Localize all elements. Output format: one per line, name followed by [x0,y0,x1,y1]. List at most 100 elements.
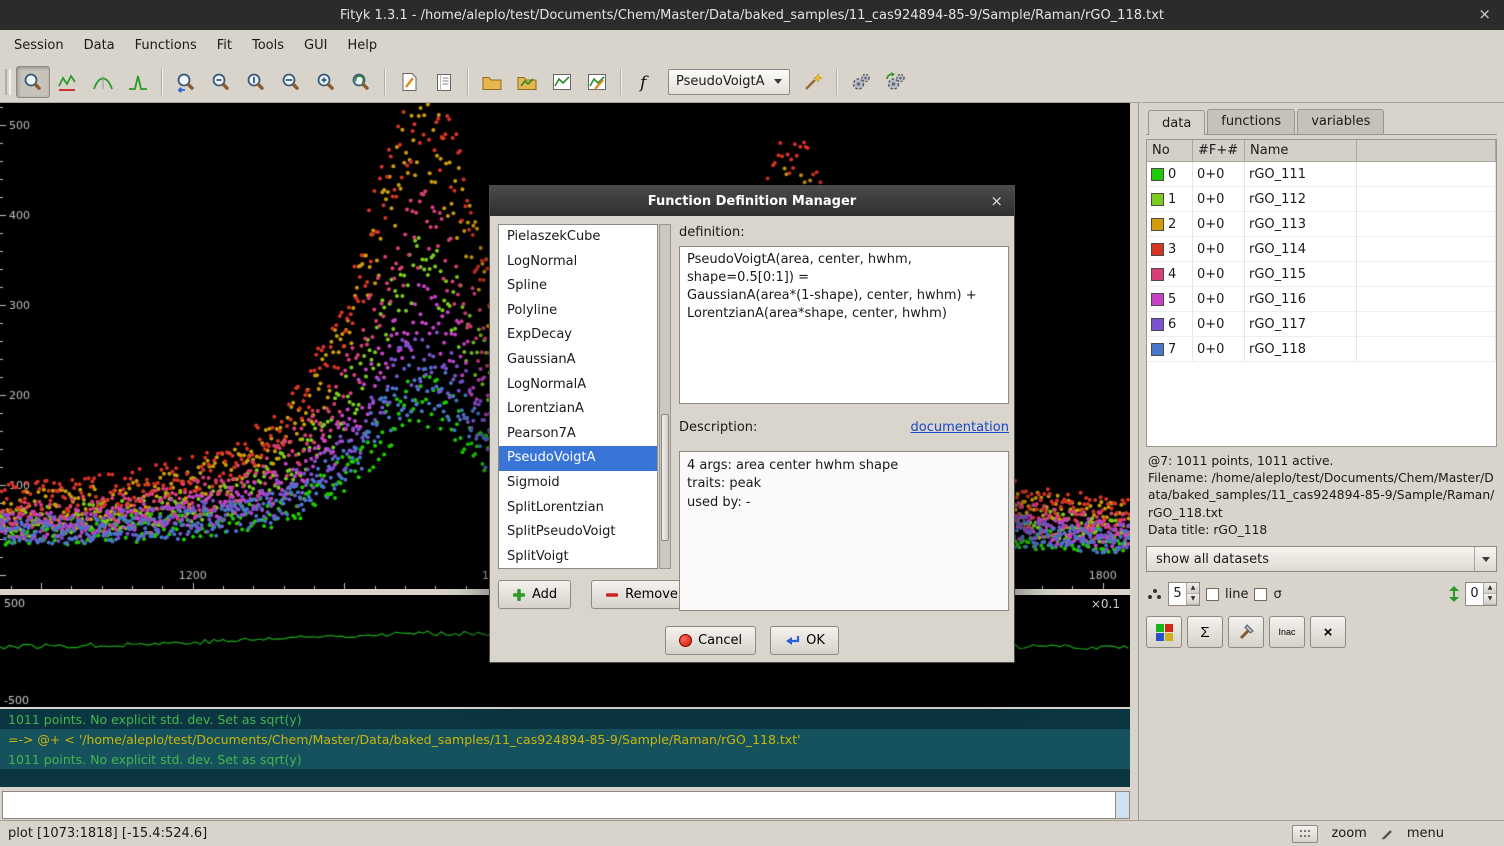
sidebar-tab[interactable]: data [1148,110,1205,135]
menu-item[interactable]: Session [4,32,74,59]
mouse-hint-button[interactable] [1292,825,1318,843]
shift-stepper[interactable]: 0▲▼ [1465,582,1497,606]
menu-item[interactable]: Functions [125,32,207,59]
baseline-mode-button[interactable] [86,66,120,98]
function-list-scrollbar[interactable] [659,224,671,569]
zoom-out-button[interactable] [204,66,238,98]
scrollbar-thumb[interactable] [661,414,669,541]
dataset-function-count: 0+0 [1193,162,1245,187]
data-range-mode-button[interactable] [51,66,85,98]
dataset-color-swatch[interactable] [1151,343,1164,356]
stepper-down-icon[interactable]: ▼ [1187,594,1199,605]
remove-function-button[interactable]: Remove [591,580,692,609]
menu-item[interactable]: Fit [207,32,242,59]
stepper-up-icon[interactable]: ▲ [1187,583,1199,594]
menu-item[interactable]: GUI [294,32,337,59]
column-header[interactable]: Name [1245,140,1357,162]
command-input[interactable] [2,791,1116,819]
dataset-color-swatch[interactable] [1151,318,1164,331]
dataset-color-swatch[interactable] [1151,218,1164,231]
save-session-button[interactable] [580,66,614,98]
sidebar-tab[interactable]: variables [1297,109,1384,134]
zoom-horizontal-button[interactable] [274,66,308,98]
zoom-vertical-button[interactable] [239,66,273,98]
function-list-item[interactable]: PielaszekCube [499,225,657,250]
status-zoom-label[interactable]: zoom [1331,826,1366,841]
dialog-close-button[interactable]: × [990,192,1003,210]
table-row[interactable]: 3 0+0 rGO_114 [1147,237,1496,262]
function-list-item[interactable]: SplitVoigt [499,545,657,569]
toolbar-handle[interactable] [5,69,11,95]
table-row[interactable]: 7 0+0 rGO_118 [1147,337,1496,362]
save-image-button[interactable] [545,66,579,98]
function-list-item[interactable]: Spline [499,274,657,299]
function-list-item[interactable]: GaussianA [499,348,657,373]
function-list-item[interactable]: SplitPseudoVoigt [499,520,657,545]
menu-item[interactable]: Tools [242,32,294,59]
peak-mode-button[interactable] [121,66,155,98]
dataset-colors-button[interactable] [1146,616,1182,648]
fit-continue-button[interactable] [879,66,913,98]
table-row[interactable]: 6 0+0 rGO_117 [1147,312,1496,337]
sum-toggle-button[interactable]: Σ [1187,616,1223,648]
sigma-checkbox[interactable] [1254,588,1267,601]
function-list-item[interactable]: LogNormal [499,250,657,275]
table-row[interactable]: 4 0+0 rGO_115 [1147,262,1496,287]
table-row[interactable]: 5 0+0 rGO_116 [1147,287,1496,312]
zoom-undo-button[interactable] [169,66,203,98]
menu-item[interactable]: Data [74,32,125,59]
show-datasets-dropdown[interactable]: show all datasets [1146,546,1497,572]
table-row[interactable]: 0 0+0 rGO_111 [1147,162,1496,187]
titlebar[interactable]: Fityk 1.3.1 - /home/aleplo/test/Document… [0,0,1504,30]
output-console[interactable]: 1011 points. No explicit std. dev. Set a… [0,709,1130,787]
function-definition-button[interactable]: f [628,66,662,98]
menu-item[interactable]: Help [337,32,387,59]
auto-add-peak-button[interactable] [796,66,830,98]
zoom-in-button[interactable] [309,66,343,98]
function-type-dropdown[interactable]: PseudoVoigtA [668,69,790,95]
function-list-item[interactable]: ExpDecay [499,323,657,348]
fit-run-button[interactable] [844,66,878,98]
script-new-button[interactable] [392,66,426,98]
script-log-button[interactable] [427,66,461,98]
function-list-item[interactable]: Polyline [499,299,657,324]
function-list-item[interactable]: LorentzianA [499,397,657,422]
function-list-item[interactable]: LogNormalA [499,373,657,398]
ok-button[interactable]: OK [770,626,839,655]
documentation-link[interactable]: documentation [911,420,1009,435]
column-header[interactable]: #F+# [1193,140,1245,162]
magnifier-plus-icon [315,71,337,93]
dialog-titlebar[interactable]: Function Definition Manager × [490,186,1014,216]
inactive-points-button[interactable]: Inac [1269,616,1305,648]
open-data-plot-button[interactable] [510,66,544,98]
column-header[interactable] [1357,140,1496,162]
close-panel-button[interactable]: × [1310,616,1346,648]
input-history-button[interactable] [1116,791,1130,819]
function-list-item[interactable]: PseudoVoigtA [499,446,657,471]
zoom-mode-button[interactable] [16,66,50,98]
zoom-previous-button[interactable] [344,66,378,98]
stepper-down-icon[interactable]: ▼ [1484,594,1496,605]
dataset-color-swatch[interactable] [1151,193,1164,206]
stepper-up-icon[interactable]: ▲ [1484,583,1496,594]
dataset-color-swatch[interactable] [1151,268,1164,281]
quick-edit-button[interactable] [1228,616,1264,648]
function-list-item[interactable]: SplitLorentzian [499,496,657,521]
dataset-color-swatch[interactable] [1151,168,1164,181]
table-row[interactable]: 1 0+0 rGO_112 [1147,187,1496,212]
dataset-color-swatch[interactable] [1151,293,1164,306]
status-menu-label[interactable]: menu [1407,826,1444,841]
function-list-item[interactable]: Pearson7A [499,422,657,447]
sidebar-tab[interactable]: functions [1207,109,1295,134]
dataset-color-swatch[interactable] [1151,243,1164,256]
cancel-button[interactable]: Cancel [665,626,756,655]
line-checkbox[interactable] [1206,588,1219,601]
window-close-button[interactable]: × [1478,5,1491,23]
definition-textarea[interactable]: PseudoVoigtA(area, center, hwhm, shape=0… [679,246,1009,404]
open-data-button[interactable] [475,66,509,98]
add-function-button[interactable]: Add [498,580,571,609]
function-list-item[interactable]: Sigmoid [499,471,657,496]
table-row[interactable]: 2 0+0 rGO_113 [1147,212,1496,237]
point-size-stepper[interactable]: 5▲▼ [1168,582,1200,606]
column-header[interactable]: No [1147,140,1193,162]
